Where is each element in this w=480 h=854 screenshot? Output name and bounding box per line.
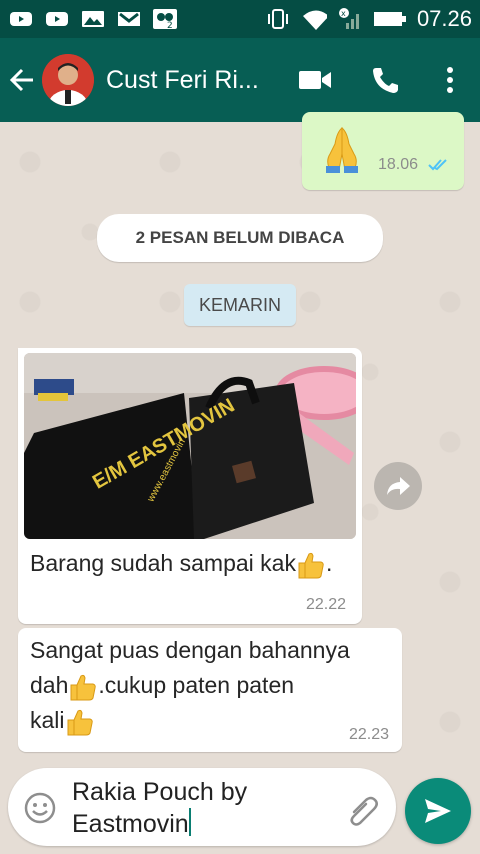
message-line-part: .cukup paten paten: [98, 672, 295, 698]
youtube-icon: [44, 9, 70, 29]
notification-icons: 2: [8, 9, 178, 30]
gmail-icon: [116, 9, 142, 29]
more-options-button[interactable]: [420, 38, 480, 122]
message-input[interactable]: Rakia Pouch by Eastmovin: [72, 776, 342, 840]
message-input-line: Eastmovin: [72, 808, 342, 840]
message-line: kali: [30, 703, 396, 738]
chat-header: Cust Feri Ri...: [0, 38, 480, 122]
forward-icon: [387, 477, 410, 495]
message-text-suffix: .: [325, 550, 333, 576]
text-cursor: [188, 808, 191, 836]
attach-button[interactable]: [346, 794, 380, 828]
status-bar: 2 x 07.26: [0, 0, 480, 38]
date-separator: KEMARIN: [184, 284, 296, 326]
outgoing-message[interactable]: 18.06: [302, 112, 464, 190]
thumbs-up-emoji-icon: [70, 674, 97, 701]
read-receipt-icon: [428, 159, 447, 171]
message-image[interactable]: E/M EASTMOVIN www.eastmovin: [24, 353, 356, 539]
incoming-text-message[interactable]: Sangat puas dengan bahannya dah .cukup pa…: [18, 628, 402, 752]
message-composer[interactable]: Rakia Pouch by Eastmovin: [8, 768, 396, 846]
message-time: 18.06: [378, 156, 419, 173]
message-line-part: dah: [30, 672, 69, 698]
emoji-button[interactable]: [24, 792, 56, 824]
app-notification-icon: 2: [152, 9, 178, 30]
thumbs-up-emoji-icon: [298, 552, 324, 579]
message-line: dah .cukup paten paten: [30, 668, 396, 703]
message-line-part: kali: [30, 707, 65, 733]
message-text-body: Barang sudah sampai kak: [30, 550, 296, 576]
paperclip-icon: [350, 796, 378, 826]
svg-text:2: 2: [167, 21, 173, 30]
message-time: 22.23: [349, 726, 390, 743]
vibrate-icon: [265, 9, 291, 29]
message-input-text: Eastmovin: [72, 810, 189, 838]
back-button[interactable]: [0, 38, 44, 122]
avatar[interactable]: [42, 54, 94, 106]
thumbs-up-emoji-icon: [67, 709, 93, 736]
contact-name[interactable]: Cust Feri Ri...: [106, 66, 276, 95]
emoji-icon: [24, 792, 56, 824]
back-arrow-icon: [9, 68, 33, 92]
no-signal-icon: x: [337, 8, 363, 29]
battery-icon: [373, 9, 407, 29]
send-icon: [425, 799, 451, 823]
call-icon: [373, 68, 398, 93]
message-input-line: Rakia Pouch by: [72, 778, 248, 806]
send-button[interactable]: [405, 778, 471, 844]
youtube-icon: [8, 9, 34, 29]
message-time: 22.22: [306, 596, 347, 613]
incoming-image-message[interactable]: E/M EASTMOVIN www.eastmovin Barang sudah…: [18, 348, 362, 624]
message-line: Sangat puas dengan bahannya: [30, 637, 350, 663]
wifi-icon: [301, 9, 327, 30]
gallery-icon: [80, 9, 106, 29]
folded-hands-emoji-icon: [326, 126, 358, 173]
message-text: Barang sudah sampai kak.: [30, 546, 360, 581]
video-call-icon: [299, 71, 331, 89]
chat-area[interactable]: 18.06 2 PESAN BELUM DIBACA KEMARIN E/M E…: [0, 112, 480, 762]
svg-text:x: x: [341, 9, 346, 18]
clock: 07.26: [416, 6, 472, 31]
forward-button[interactable]: [374, 462, 422, 510]
unread-messages-banner: 2 PESAN BELUM DIBACA: [97, 214, 383, 262]
voice-call-button[interactable]: [350, 38, 420, 122]
video-call-button[interactable]: [280, 38, 350, 122]
message-text: Sangat puas dengan bahannya dah .cukup pa…: [30, 633, 396, 738]
more-options-icon: [447, 67, 453, 93]
